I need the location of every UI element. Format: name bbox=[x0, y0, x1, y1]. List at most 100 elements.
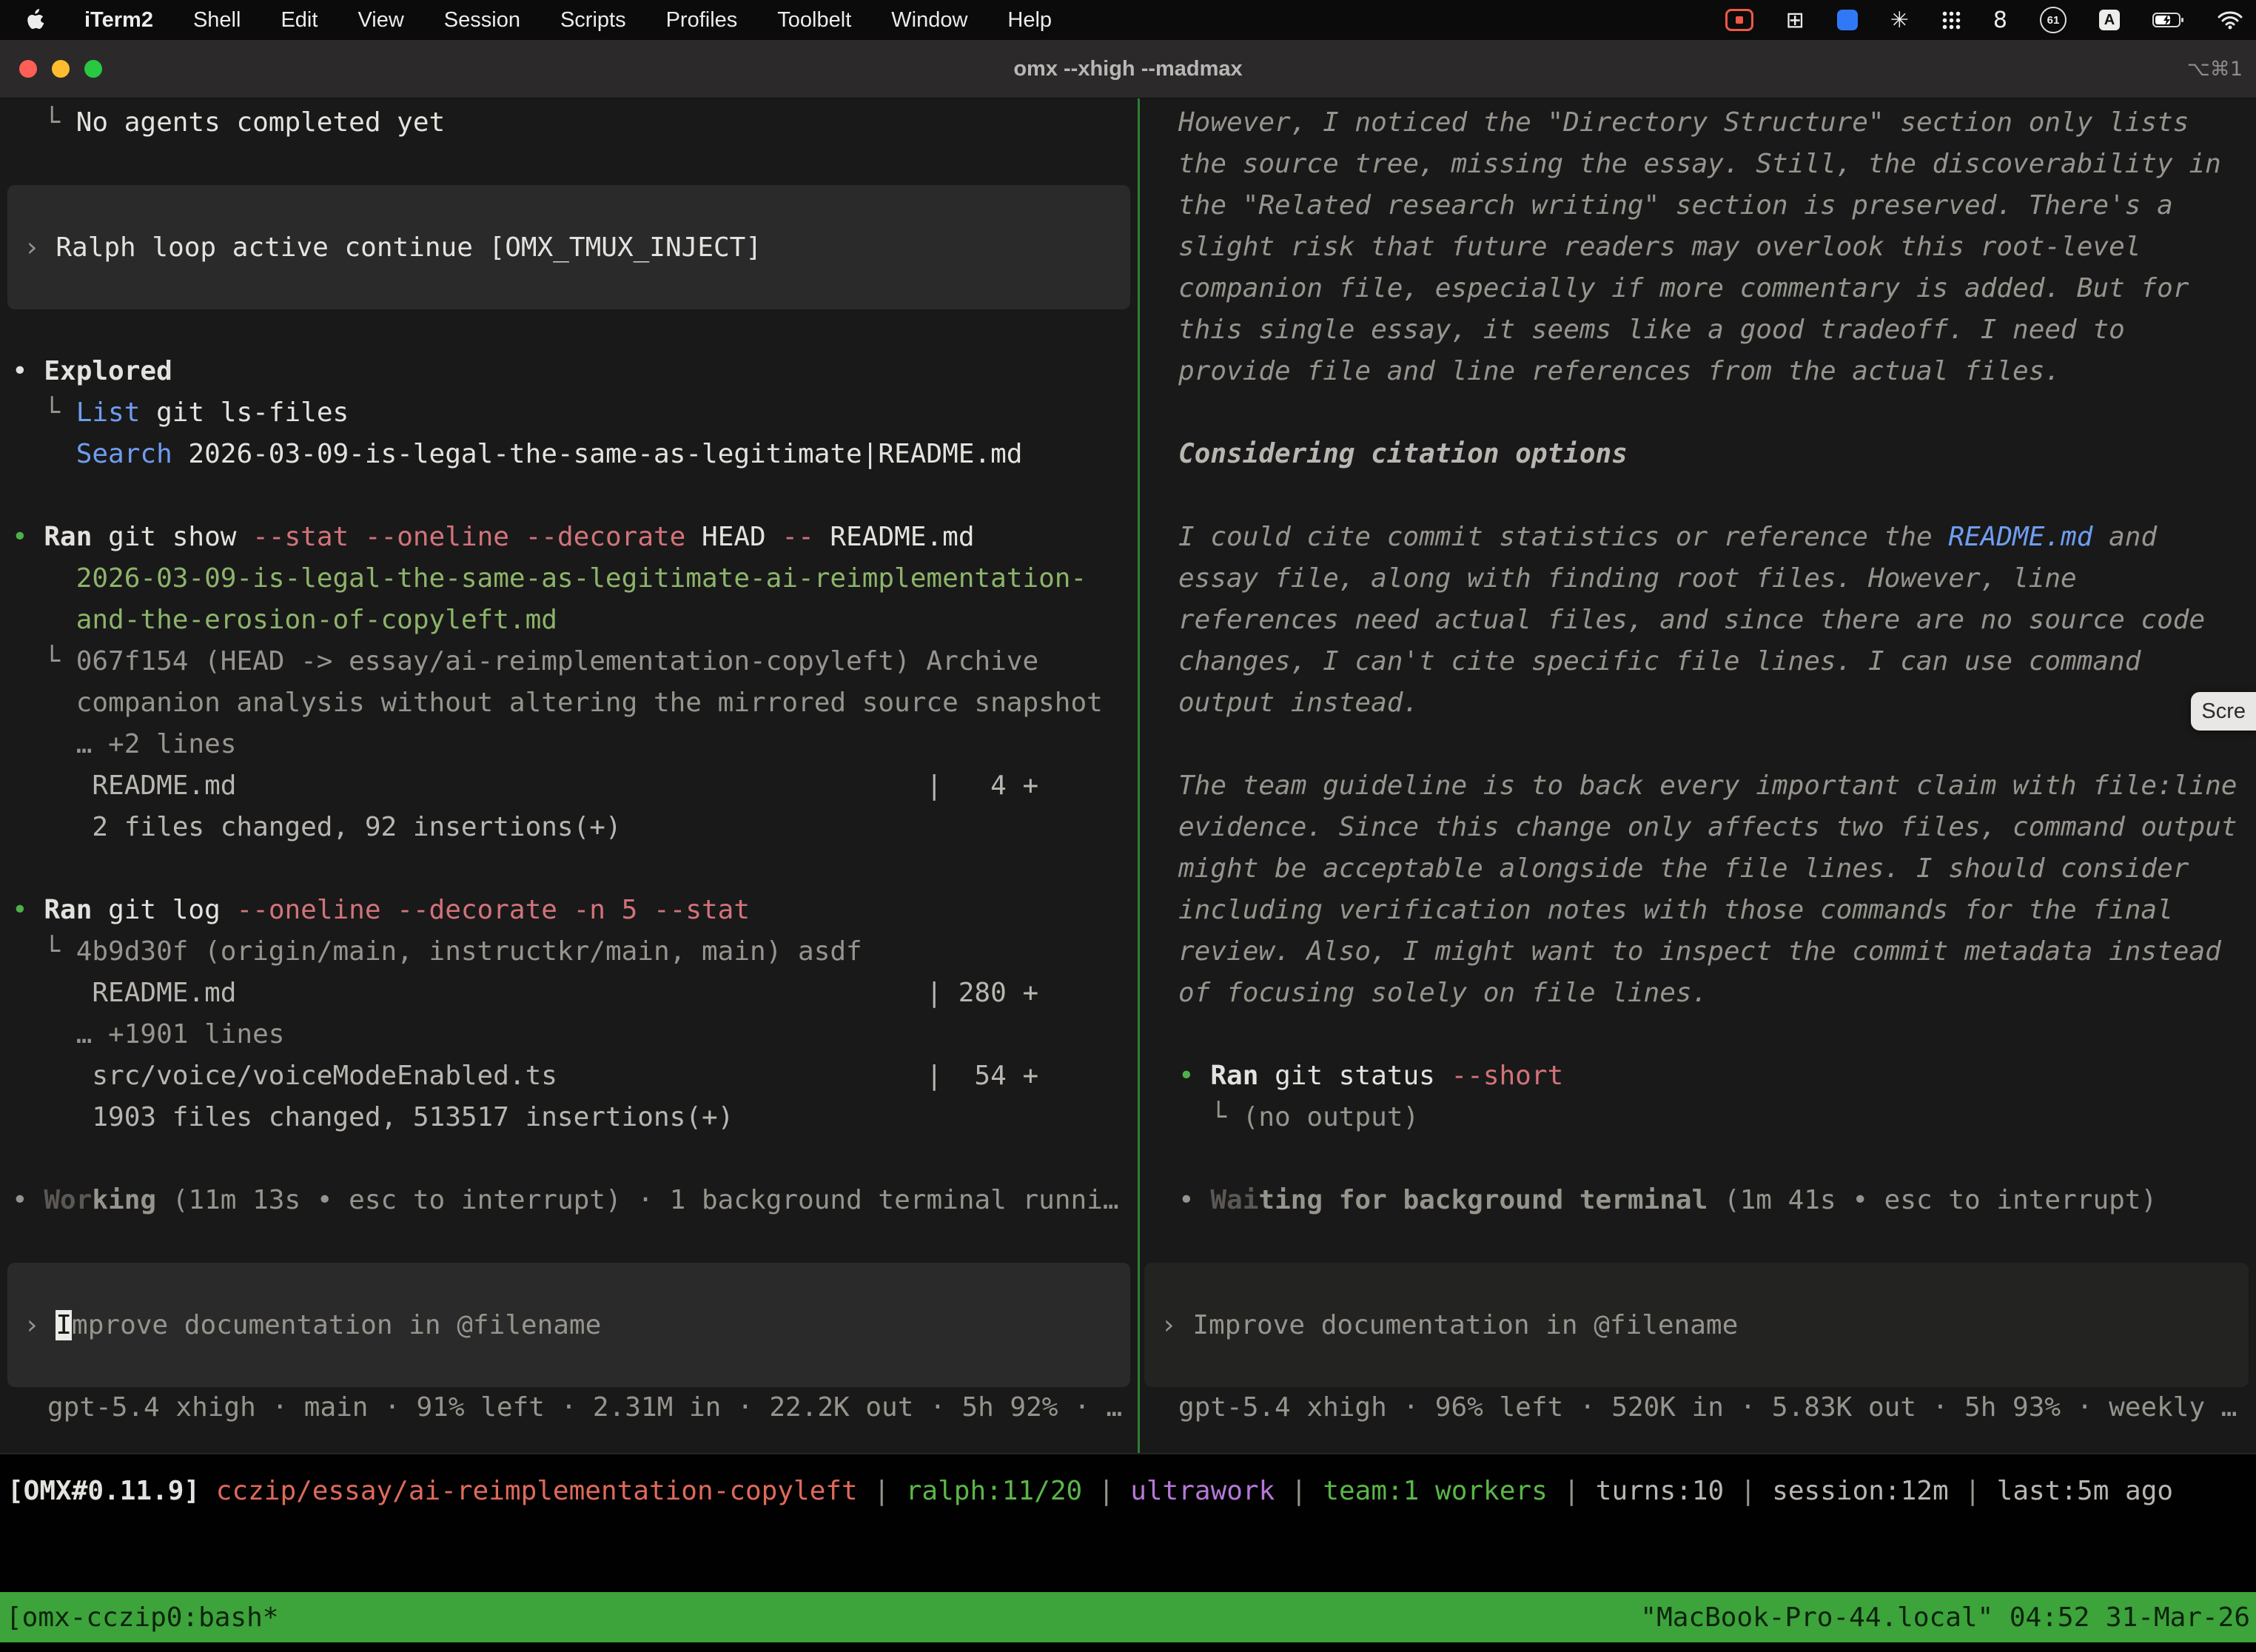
text-segment: session:12m bbox=[1772, 1476, 1948, 1506]
agent-log-top: └ No agents completed yet bbox=[0, 102, 1138, 185]
terminal-line: The team guideline is to back every impo… bbox=[1178, 765, 2256, 807]
assistant-icon[interactable]: ✳ bbox=[1890, 7, 1909, 33]
terminal-line bbox=[1178, 1014, 2256, 1055]
text-segment: [OMX#0.11.9] bbox=[7, 1476, 216, 1506]
terminal-line bbox=[12, 1138, 1138, 1180]
text-segment: the "Related research writing" section i… bbox=[1178, 190, 2173, 221]
text-segment: Wai bbox=[1210, 1185, 1258, 1215]
model-status-left: gpt-5.4 xhigh · main · 91% left · 2.31M … bbox=[0, 1387, 1138, 1428]
text-segment: review. Also, I might want to inspect th… bbox=[1178, 936, 2221, 967]
left-pane: └ No agents completed yet › Ralph loop a… bbox=[0, 98, 1138, 1453]
menu-item-window[interactable]: Window bbox=[891, 8, 967, 33]
terminal-line: … +2 lines bbox=[12, 724, 1138, 765]
text-segment: git show bbox=[92, 522, 252, 552]
terminal-line: • Ran git log --oneline --decorate -n 5 … bbox=[12, 890, 1138, 931]
traffic-lights bbox=[0, 60, 102, 78]
text-segment: (11m 13s • esc to interrupt) · 1 backgro… bbox=[156, 1185, 1118, 1215]
menu-item-iterm2[interactable]: iTerm2 bbox=[84, 8, 153, 33]
text-segment: 2026-03-09-is-legal-the-same-as-legitima… bbox=[172, 439, 1023, 469]
terminal-line: … +1901 lines bbox=[12, 1014, 1138, 1055]
text-segment: references need actual files, and since … bbox=[1178, 605, 2205, 635]
input-source-icon[interactable]: A bbox=[2099, 10, 2120, 30]
terminal-line: └ List git ls-files bbox=[12, 392, 1138, 434]
text-segment: and-the-erosion-of-copyleft.md bbox=[12, 605, 557, 635]
terminal-line: 1903 files changed, 513517 insertions(+) bbox=[12, 1097, 1138, 1138]
menu-item-session[interactable]: Session bbox=[444, 8, 520, 33]
terminal-line: changes, I can't cite specific file line… bbox=[1178, 641, 2256, 682]
menu-item-edit[interactable]: Edit bbox=[281, 8, 318, 33]
text-segment: | bbox=[858, 1476, 906, 1506]
terminal-line: including verification notes with those … bbox=[1178, 890, 2256, 931]
menu-item-shell[interactable]: Shell bbox=[193, 8, 241, 33]
text-segment: and bbox=[2092, 522, 2157, 552]
zoom-button[interactable] bbox=[84, 60, 102, 78]
terminal-line: companion file, especially if more comme… bbox=[1178, 268, 2256, 309]
text-segment: README.md bbox=[1948, 522, 2092, 552]
text-segment: └ bbox=[12, 936, 76, 967]
banner-prompt: › bbox=[24, 232, 56, 263]
raycast-icon[interactable] bbox=[1837, 10, 1858, 30]
menu-status-icons: ⊞ ✳ 8 61 A bbox=[1725, 7, 2243, 33]
wifi-icon[interactable] bbox=[2218, 10, 2243, 30]
text-segment: 1903 files changed, 513517 insertions(+) bbox=[12, 1102, 733, 1132]
terminal-line bbox=[12, 1221, 1138, 1263]
text-segment: ralph:11/20 bbox=[906, 1476, 1082, 1506]
screen: iTerm2 Shell Edit View Session Scripts P… bbox=[0, 0, 2256, 1652]
text-segment: src/voice/voiceModeEnabled.ts | 54 + bbox=[12, 1061, 1038, 1091]
terminal-line bbox=[1178, 724, 2256, 765]
text-segment: Ran bbox=[44, 895, 92, 925]
terminal-line: README.md | 280 + bbox=[12, 973, 1138, 1014]
menu-item-view[interactable]: View bbox=[357, 8, 403, 33]
terminal-line: of focusing solely on file lines. bbox=[1178, 973, 2256, 1014]
model-status-right: gpt-5.4 xhigh · 96% left · 520K in · 5.8… bbox=[1140, 1387, 2256, 1428]
text-segment: companion analysis without altering the … bbox=[12, 688, 1103, 718]
app-grid-icon[interactable] bbox=[1941, 10, 1961, 30]
agent-log-right: However, I noticed the "Directory Struct… bbox=[1140, 102, 2256, 1263]
battery-percent-icon[interactable]: 61 bbox=[2040, 7, 2067, 33]
terminal-line: slight risk that future readers may over… bbox=[1178, 226, 2256, 268]
keyboard-app-icon[interactable]: 8 bbox=[1993, 7, 2007, 33]
minimize-button[interactable] bbox=[52, 60, 70, 78]
terminal-line: the "Related research writing" section i… bbox=[1178, 185, 2256, 226]
menu-item-scripts[interactable]: Scripts bbox=[560, 8, 626, 33]
text-segment: I could cite commit statistics or refere… bbox=[1178, 522, 1948, 552]
menu-item-help[interactable]: Help bbox=[1007, 8, 1052, 33]
text-segment: Considering citation options bbox=[1178, 439, 1628, 469]
text-segment: companion file, especially if more comme… bbox=[1178, 273, 2189, 303]
text-segment: └ bbox=[12, 397, 76, 428]
terminal-line: Considering citation options bbox=[1178, 434, 2256, 475]
terminal-line: 2026-03-09-is-legal-the-same-as-legitima… bbox=[12, 558, 1138, 600]
text-segment: this single essay, it seems like a good … bbox=[1178, 315, 2125, 345]
terminal-line: evidence. Since this change only affects… bbox=[1178, 807, 2256, 848]
prompt-input-left[interactable]: › Improve documentation in @filename bbox=[7, 1263, 1130, 1387]
terminal-line: the source tree, missing the essay. Stil… bbox=[1178, 144, 2256, 185]
input-prompt-icon: › bbox=[24, 1310, 56, 1340]
screen-share-notification[interactable]: Scre bbox=[2191, 692, 2256, 731]
apple-menu-icon[interactable] bbox=[25, 9, 44, 31]
terminal-line: and-the-erosion-of-copyleft.md bbox=[12, 600, 1138, 641]
terminal-line bbox=[12, 475, 1138, 517]
close-button[interactable] bbox=[19, 60, 37, 78]
screen-recording-icon[interactable] bbox=[1725, 9, 1753, 31]
terminal-line bbox=[1178, 475, 2256, 517]
terminal-line: • Explored bbox=[12, 351, 1138, 392]
window-shortcut-badge: ⌥⌘1 bbox=[2187, 58, 2243, 81]
text-segment: provide file and line references from th… bbox=[1178, 356, 2061, 386]
menu-bar: iTerm2 Shell Edit View Session Scripts P… bbox=[0, 0, 2256, 40]
tmux-session-label: [omx-cczip0:bash* bbox=[6, 1602, 278, 1633]
terminal-panes: └ No agents completed yet › Ralph loop a… bbox=[0, 98, 2256, 1453]
status-area: [OMX#0.11.9] cczip/essay/ai-reimplementa… bbox=[0, 1453, 2256, 1652]
text-segment: the source tree, missing the essay. Stil… bbox=[1178, 149, 2221, 179]
prompt-input-right[interactable]: › Improve documentation in @filename bbox=[1144, 1263, 2249, 1387]
terminal-line: provide file and line references from th… bbox=[1178, 351, 2256, 392]
text-segment: evidence. Since this change only affects… bbox=[1178, 812, 2237, 842]
text-segment: ultrawork bbox=[1130, 1476, 1275, 1506]
menu-item-toolbelt[interactable]: Toolbelt bbox=[777, 8, 851, 33]
text-segment: └ bbox=[12, 646, 76, 676]
agent-log-main: • Explored └ List git ls-files Search 20… bbox=[0, 309, 1138, 1263]
window-manager-icon[interactable]: ⊞ bbox=[1786, 7, 1805, 33]
text-segment: … +1901 lines bbox=[12, 1019, 284, 1050]
terminal-line: However, I noticed the "Directory Struct… bbox=[1178, 102, 2256, 144]
menu-item-profiles[interactable]: Profiles bbox=[666, 8, 738, 33]
battery-icon[interactable] bbox=[2152, 11, 2185, 29]
